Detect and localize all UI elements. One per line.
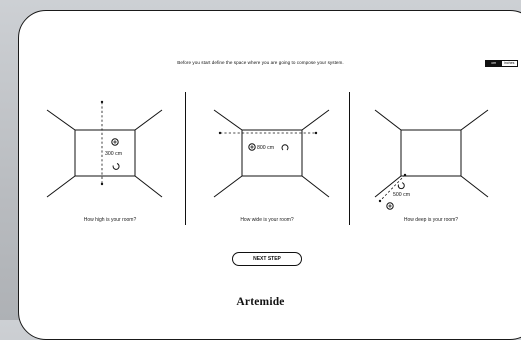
next-step-button[interactable]: NEXT STEP [232, 252, 302, 266]
increase-depth-icon[interactable] [386, 202, 394, 210]
height-value: 300 cm [105, 151, 122, 157]
instruction-text: Before you start define the space where … [177, 60, 344, 65]
unit-toggle[interactable]: cm inches [485, 60, 518, 67]
decrease-depth-icon[interactable] [397, 182, 405, 190]
depth-room-diagram: 500 cm [374, 109, 489, 210]
width-room-diagram: 800 cm [213, 109, 330, 198]
width-question: How wide is your room? [240, 217, 294, 223]
increase-height-icon[interactable] [111, 138, 119, 146]
decrease-height-icon[interactable] [112, 163, 120, 170]
width-value: 800 cm [257, 145, 274, 151]
increase-width-icon[interactable] [248, 143, 256, 151]
unit-cm-option[interactable]: cm [486, 61, 502, 66]
decrease-width-icon[interactable] [281, 144, 289, 151]
depth-value: 500 cm [393, 192, 410, 198]
brand-logo: Artemide [236, 296, 285, 308]
depth-question: How deep is your room? [403, 217, 459, 223]
height-room-diagram: 300 cm [46, 100, 163, 198]
unit-inches-option[interactable]: inches [501, 61, 517, 66]
height-question: How high is your room? [83, 217, 137, 223]
